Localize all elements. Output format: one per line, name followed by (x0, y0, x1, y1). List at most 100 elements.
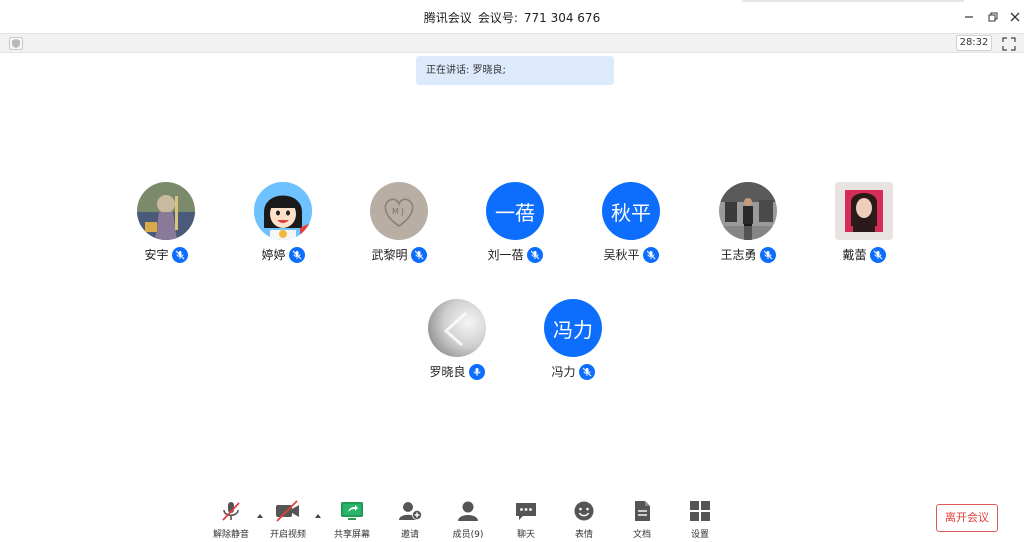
grey-abstract-avatar-image (428, 299, 486, 357)
document-icon (629, 498, 655, 524)
mic-muted-icon[interactable] (869, 246, 886, 263)
unmute-button[interactable]: 解除静音 (205, 498, 257, 542)
smiley-icon (571, 498, 597, 524)
minimize-icon (965, 16, 973, 18)
participant-name-row: 吴秋平 (576, 246, 686, 263)
street-photo-avatar-image (719, 182, 777, 240)
cartoon-girl-avatar-image (254, 182, 312, 240)
participant-name-row: 刘一蓓 (460, 246, 570, 263)
participant-name-row: 安宇 (111, 246, 221, 263)
reactions-button[interactable]: 表情 (558, 498, 610, 542)
meeting-timer: 28:32 (956, 35, 992, 51)
meeting-id-label: 会议号: (477, 11, 518, 25)
add-user-icon (397, 498, 423, 524)
app-name: 腾讯会议 (423, 11, 472, 25)
participant-name-row: 王志勇 (693, 246, 803, 263)
participant-name-row: 婷婷 (228, 246, 338, 263)
speaking-banner: 正在讲话: 罗晓良; (416, 56, 614, 85)
participant-name: 安宇 (144, 248, 169, 262)
fullscreen-icon (1002, 37, 1016, 51)
participant-tile[interactable]: M J 武黎明 (344, 182, 454, 272)
avatar (719, 182, 777, 240)
restore-icon (988, 12, 998, 22)
avatar-initials: 冯力 (544, 299, 602, 357)
chat-button[interactable]: 聊天 (500, 498, 552, 542)
chat-label: 聊天 (516, 530, 535, 540)
docs-label: 文档 (632, 530, 651, 540)
knight-avatar-image (137, 182, 195, 240)
participant-name: 婷婷 (261, 248, 286, 262)
participant-tile[interactable]: 王志勇 (693, 182, 803, 272)
avatar: M J (370, 182, 428, 240)
participant-tile[interactable]: 罗晓良 (402, 299, 512, 389)
fullscreen-button[interactable] (1002, 36, 1016, 51)
members-button[interactable]: 成员(9) (442, 498, 494, 542)
participant-tile[interactable]: 戴蕾 (809, 182, 919, 272)
security-shield-icon[interactable] (9, 37, 23, 50)
video-options-chevron-up-icon[interactable] (313, 506, 323, 518)
members-icon (455, 498, 481, 524)
meeting-id: 771 304 676 (523, 11, 601, 25)
chat-bubble-icon (513, 498, 539, 524)
members-label: 成员(9) (452, 530, 484, 540)
title-bar-shadow (742, 0, 964, 2)
start-video-button[interactable]: 开启视频 (262, 498, 314, 542)
meeting-toolbar: 解除静音 开启视频 共享屏幕 邀请 成员(9) 聊天 表情 文档 设置 (0, 492, 1024, 542)
mic-muted-icon[interactable] (642, 246, 659, 263)
participant-name: 王志勇 (720, 248, 757, 262)
reactions-label: 表情 (574, 530, 593, 540)
participant-name-row: 罗晓良 (402, 363, 512, 380)
unmute-label: 解除静音 (212, 530, 249, 540)
share-screen-button[interactable]: 共享屏幕 (326, 498, 378, 542)
mic-active-icon[interactable] (468, 363, 485, 380)
invite-button[interactable]: 邀请 (384, 498, 436, 542)
participant-tile[interactable]: 秋平 吴秋平 (576, 182, 686, 272)
settings-button[interactable]: 设置 (674, 498, 726, 542)
camera-off-icon (275, 498, 301, 524)
sand-heart-avatar-image: M J (370, 182, 428, 240)
participant-name-row: 戴蕾 (809, 246, 919, 263)
settings-label: 设置 (690, 530, 709, 540)
avatar (428, 299, 486, 357)
mic-muted-icon[interactable] (759, 246, 776, 263)
avatar-initials: 秋平 (602, 182, 660, 240)
title-bar: 腾讯会议 会议号: 771 304 676 (0, 0, 1024, 33)
window-title: 腾讯会议 会议号: 771 304 676 (0, 9, 1024, 26)
participant-name: 戴蕾 (842, 248, 867, 262)
participant-tile[interactable]: 安宇 (111, 182, 221, 272)
leave-meeting-button[interactable]: 离开会议 (936, 504, 998, 532)
apps-grid-icon (687, 498, 713, 524)
start-video-label: 开启视频 (269, 530, 306, 540)
minimize-button[interactable] (960, 8, 978, 26)
participant-tile[interactable]: 冯力 冯力 (518, 299, 628, 389)
participant-name: 武黎明 (371, 248, 408, 262)
mic-muted-icon[interactable] (578, 363, 595, 380)
close-button[interactable] (1006, 8, 1024, 26)
avatar (254, 182, 312, 240)
participant-name-row: 冯力 (518, 363, 628, 380)
mic-muted-icon[interactable] (526, 246, 543, 263)
participant-name: 吴秋平 (603, 248, 640, 262)
participant-name: 刘一蓓 (487, 248, 524, 262)
avatar-initials: 一蓓 (486, 182, 544, 240)
mic-off-icon (218, 498, 244, 524)
share-screen-icon (339, 498, 365, 524)
portrait-avatar-image (835, 182, 893, 240)
participant-name: 冯力 (551, 365, 576, 379)
svg-text:M J: M J (392, 207, 404, 216)
participant-name-row: 武黎明 (344, 246, 454, 263)
mic-muted-icon[interactable] (410, 246, 427, 263)
restore-button[interactable] (984, 8, 1002, 26)
invite-label: 邀请 (400, 530, 419, 540)
close-icon (1010, 12, 1020, 22)
meeting-info-strip: 28:32 (0, 33, 1024, 53)
participant-name: 罗晓良 (429, 365, 466, 379)
avatar (137, 182, 195, 240)
participant-tile[interactable]: 一蓓 刘一蓓 (460, 182, 570, 272)
avatar (835, 182, 893, 240)
participant-tile[interactable]: 婷婷 (228, 182, 338, 272)
share-screen-label: 共享屏幕 (333, 530, 370, 540)
mic-muted-icon[interactable] (288, 246, 305, 263)
docs-button[interactable]: 文档 (616, 498, 668, 542)
mic-muted-icon[interactable] (171, 246, 188, 263)
